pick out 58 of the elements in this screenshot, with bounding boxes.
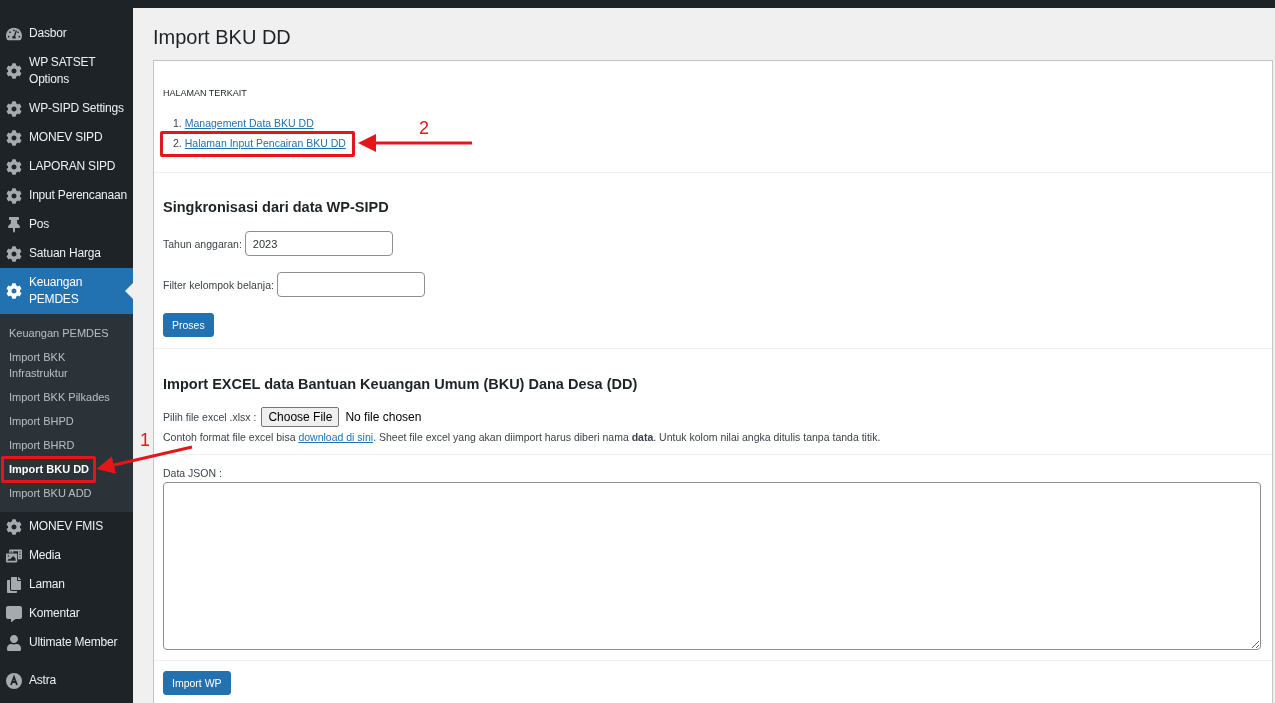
list-number: 1. [173, 116, 182, 131]
sidebar-item[interactable]: Input Perencanaan [0, 181, 133, 210]
dashboard-icon [6, 25, 22, 42]
settings-icon [6, 129, 22, 146]
sidebar-item[interactable]: Dasbor [0, 19, 133, 48]
annotation-number: 1 [140, 430, 150, 450]
choose-file-button[interactable]: Choose File [261, 407, 340, 427]
filter-field[interactable] [276, 272, 425, 297]
sidebar-item[interactable]: MONEV FMIS [0, 512, 133, 541]
year-field[interactable]: 2023 [244, 231, 393, 256]
import-button[interactable]: Import WP [163, 671, 231, 695]
sidebar-item[interactable]: WP-SIPD Settings [0, 94, 133, 123]
settings-icon [6, 245, 22, 262]
related-page-link[interactable]: Management Data BKU DD [184, 113, 314, 133]
format-note: Contoh format file excel bisa download di sini. Sheet file excel yang akan diimport harus diberi nama data. Untuk kolom nilai angka ditulis tanpa tanda titik. [163, 430, 882, 445]
process-button[interactable]: Proses [163, 313, 214, 337]
pages-icon [6, 576, 22, 593]
sidebar-item[interactable]: Ultimate Member [0, 628, 133, 657]
field-label: Data JSON : [163, 466, 223, 481]
sidebar-item[interactable]: Pos [0, 210, 133, 239]
related-page-link[interactable]: Halaman Input Pencairan BKU DD [184, 133, 346, 153]
user-icon [6, 634, 22, 651]
settings-icon [6, 63, 22, 79]
field-label: Pilih file excel .xlsx : [163, 411, 257, 423]
sidebar-item[interactable]: Komentar [0, 599, 133, 628]
settings-icon [6, 518, 22, 535]
sidebar-item[interactable]: Media [0, 541, 133, 570]
submenu-item[interactable]: Import BKU ADD [0, 481, 133, 505]
section-heading: Singkronisasi dari data WP-SIPD [163, 198, 390, 217]
logo-icon [6, 672, 22, 689]
field-label: Filter kelompok belanja: [163, 278, 274, 291]
settings-icon [6, 283, 22, 299]
field-label: Tahun anggaran: [163, 237, 242, 250]
sidebar-item[interactable]: Laman [0, 570, 133, 599]
annotation-number: 2 [419, 118, 429, 138]
comment-icon [6, 605, 22, 622]
section-heading: Import EXCEL data Bantuan Keuangan Umum (BKU) Dana Desa (DD) [163, 375, 639, 394]
list-number: 2. [173, 136, 182, 151]
submenu-item[interactable]: Keuangan PEMDES [0, 321, 133, 345]
settings-icon [6, 158, 22, 175]
page-title: Import BKU DD [153, 25, 292, 50]
file-status: No file chosen [345, 410, 422, 424]
media-icon [6, 547, 22, 564]
sidebar-item[interactable]: Keuangan PEMDES [0, 268, 133, 314]
sidebar-item[interactable]: MONEV SIPD [0, 123, 133, 152]
settings-icon [6, 187, 22, 204]
settings-icon [6, 100, 22, 117]
sidebar-item[interactable]: WP SATSET Options [0, 48, 133, 94]
submenu-item[interactable]: Import BKK Pilkades [0, 385, 133, 409]
sidebar-item[interactable]: Satuan Harga [0, 239, 133, 268]
submenu-item[interactable]: Import BKK Infrastruktur [0, 345, 133, 385]
submenu-item[interactable]: Import BHRD [0, 433, 133, 457]
submenu-item[interactable]: Import BKU DD [0, 457, 133, 481]
sidebar-item[interactable]: LAPORAN SIPD [0, 152, 133, 181]
sidebar-item[interactable]: Astra [0, 666, 133, 695]
section-heading: HALAMAN TERKAIT [163, 87, 248, 100]
pin-icon [6, 216, 22, 233]
submenu-item[interactable]: Import BHPD [0, 409, 133, 433]
